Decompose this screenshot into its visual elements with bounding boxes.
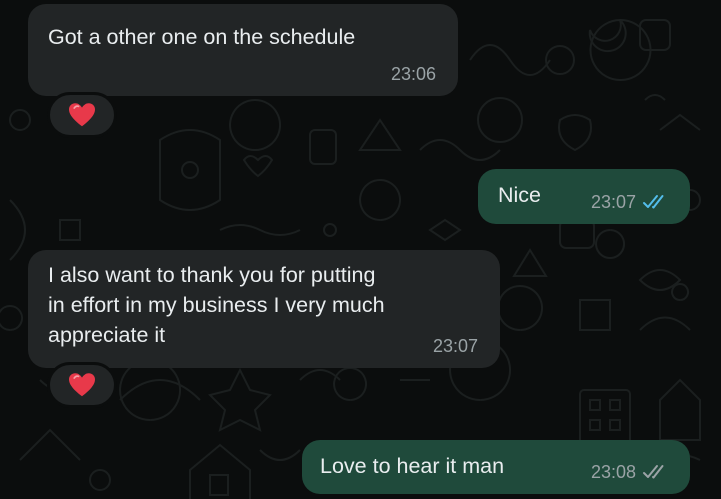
read-double-check-icon [643,195,664,209]
message-text: Got a other one on the schedule [48,25,356,49]
message-text: I also want to thank you for putting in … [48,263,385,347]
message-bubble-outgoing[interactable]: Nice 23:07 [478,169,690,224]
message-timestamp: 23:08 [590,462,636,482]
message-bubble-incoming[interactable]: I also want to thank you for putting in … [28,250,500,368]
heart-emoji-icon [69,103,95,127]
message-meta: 23:08 [591,462,670,482]
message-reaction[interactable] [47,92,117,138]
message-timestamp: 23:07 [590,192,636,212]
message-timestamp: 23:06 [390,64,436,84]
message-bubble-incoming[interactable]: Got a other one on the schedule 23:06 [28,4,458,96]
chat-area[interactable]: Got a other one on the schedule 23:06 Ni… [0,0,721,499]
message-timestamp: 23:07 [432,336,478,356]
delivered-double-check-icon [643,465,664,479]
heart-emoji-icon [69,373,95,397]
message-reaction[interactable] [47,362,117,408]
message-meta: 23:06 [391,64,436,84]
message-bubble-outgoing[interactable]: Love to hear it man 23:08 [302,440,690,494]
message-meta: 23:07 [433,336,478,356]
message-meta: 23:07 [591,192,670,212]
